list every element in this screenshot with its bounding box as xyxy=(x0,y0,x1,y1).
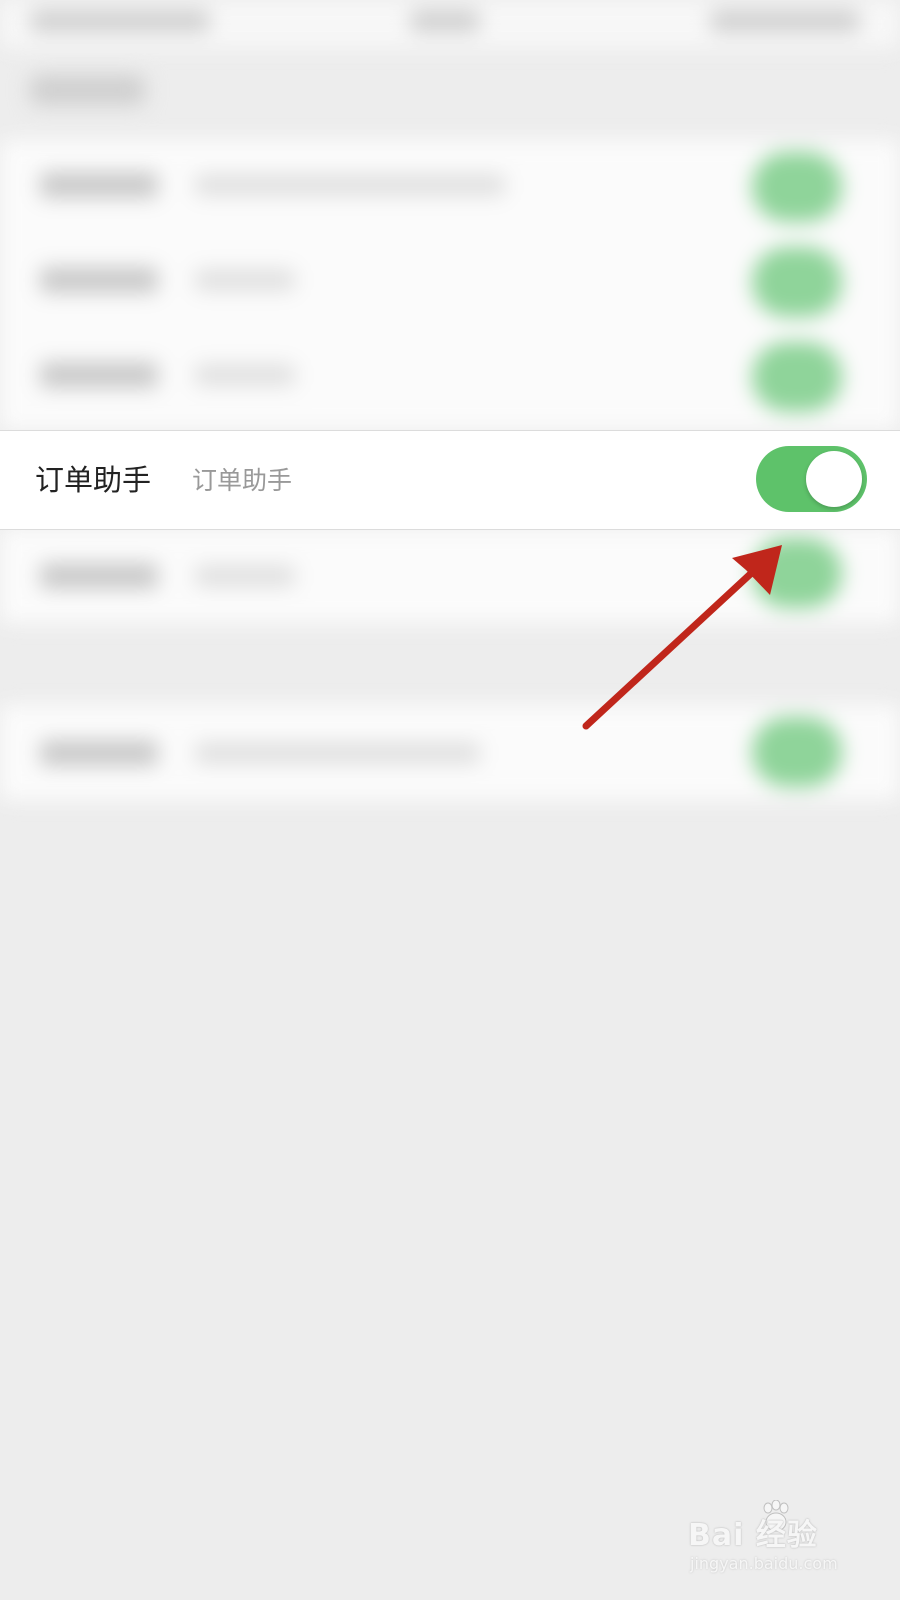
toggle-knob xyxy=(806,451,862,507)
blurred-toggle xyxy=(752,538,842,608)
order-assistant-toggle[interactable] xyxy=(756,446,867,512)
back-header xyxy=(30,75,145,105)
blurred-item-label xyxy=(40,267,158,293)
status-bar-left xyxy=(30,10,210,32)
blurred-item-label xyxy=(40,563,158,589)
status-bar-center xyxy=(410,10,480,32)
blurred-item-desc xyxy=(195,269,295,291)
blurred-item-desc xyxy=(195,174,505,196)
blurred-item-label xyxy=(40,172,158,198)
blurred-list-card-top xyxy=(0,140,900,430)
blurred-list-card-bottom xyxy=(0,705,900,800)
blurred-toggle xyxy=(752,717,842,787)
blurred-toggle xyxy=(752,247,842,317)
blurred-item-label xyxy=(40,362,158,388)
status-bar-right xyxy=(710,10,860,32)
blurred-item-desc xyxy=(195,742,480,764)
watermark-brand: Bai 经验 xyxy=(688,1518,818,1553)
blurred-settings-background xyxy=(0,0,900,830)
watermark-site: jingyan.baidu.com xyxy=(690,1554,838,1573)
blurred-toggle xyxy=(752,342,842,412)
blurred-list-card-middle xyxy=(0,528,900,623)
order-assistant-label: 订单助手 xyxy=(35,463,152,497)
blurred-item-desc xyxy=(195,565,295,587)
order-assistant-row[interactable]: 订单助手 订单助手 xyxy=(0,430,900,530)
baidu-jingyan-watermark: Bai 经验 jingyan.baidu.com xyxy=(688,1500,868,1580)
order-assistant-description: 订单助手 xyxy=(192,466,293,495)
blurred-toggle xyxy=(752,152,842,222)
blurred-item-label xyxy=(40,740,158,766)
blurred-item-desc xyxy=(195,364,295,386)
